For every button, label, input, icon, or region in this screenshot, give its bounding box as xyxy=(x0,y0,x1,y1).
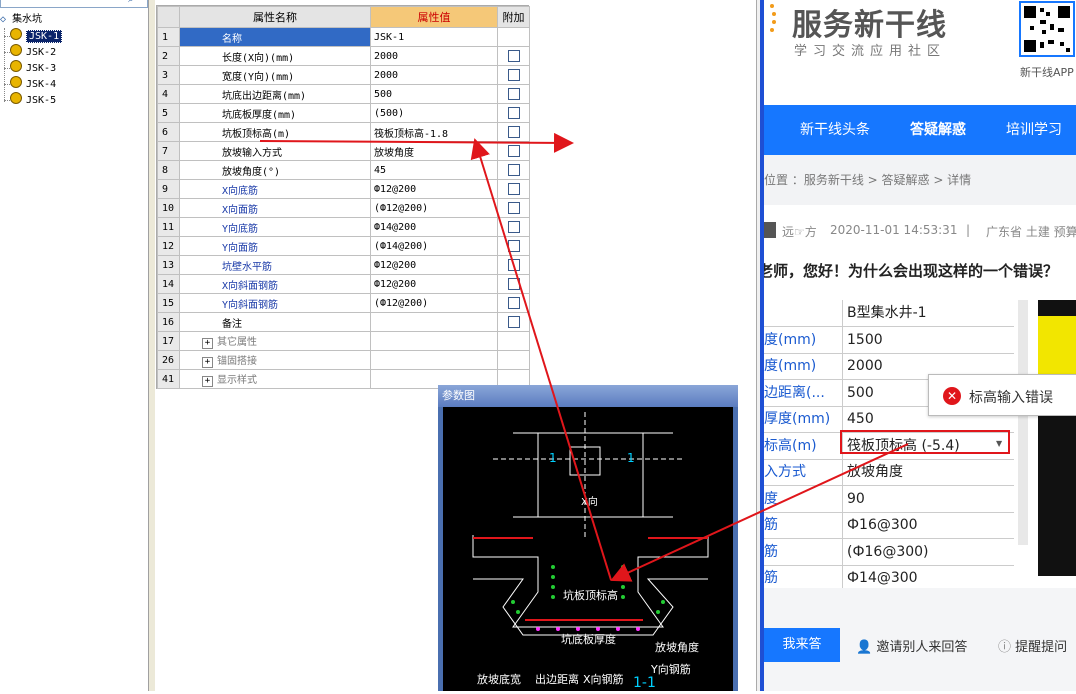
arrow-from-site xyxy=(610,443,909,582)
annotation-arrows xyxy=(259,132,909,582)
arrow-to-elev-row xyxy=(470,138,612,581)
arrow-right xyxy=(259,132,574,153)
